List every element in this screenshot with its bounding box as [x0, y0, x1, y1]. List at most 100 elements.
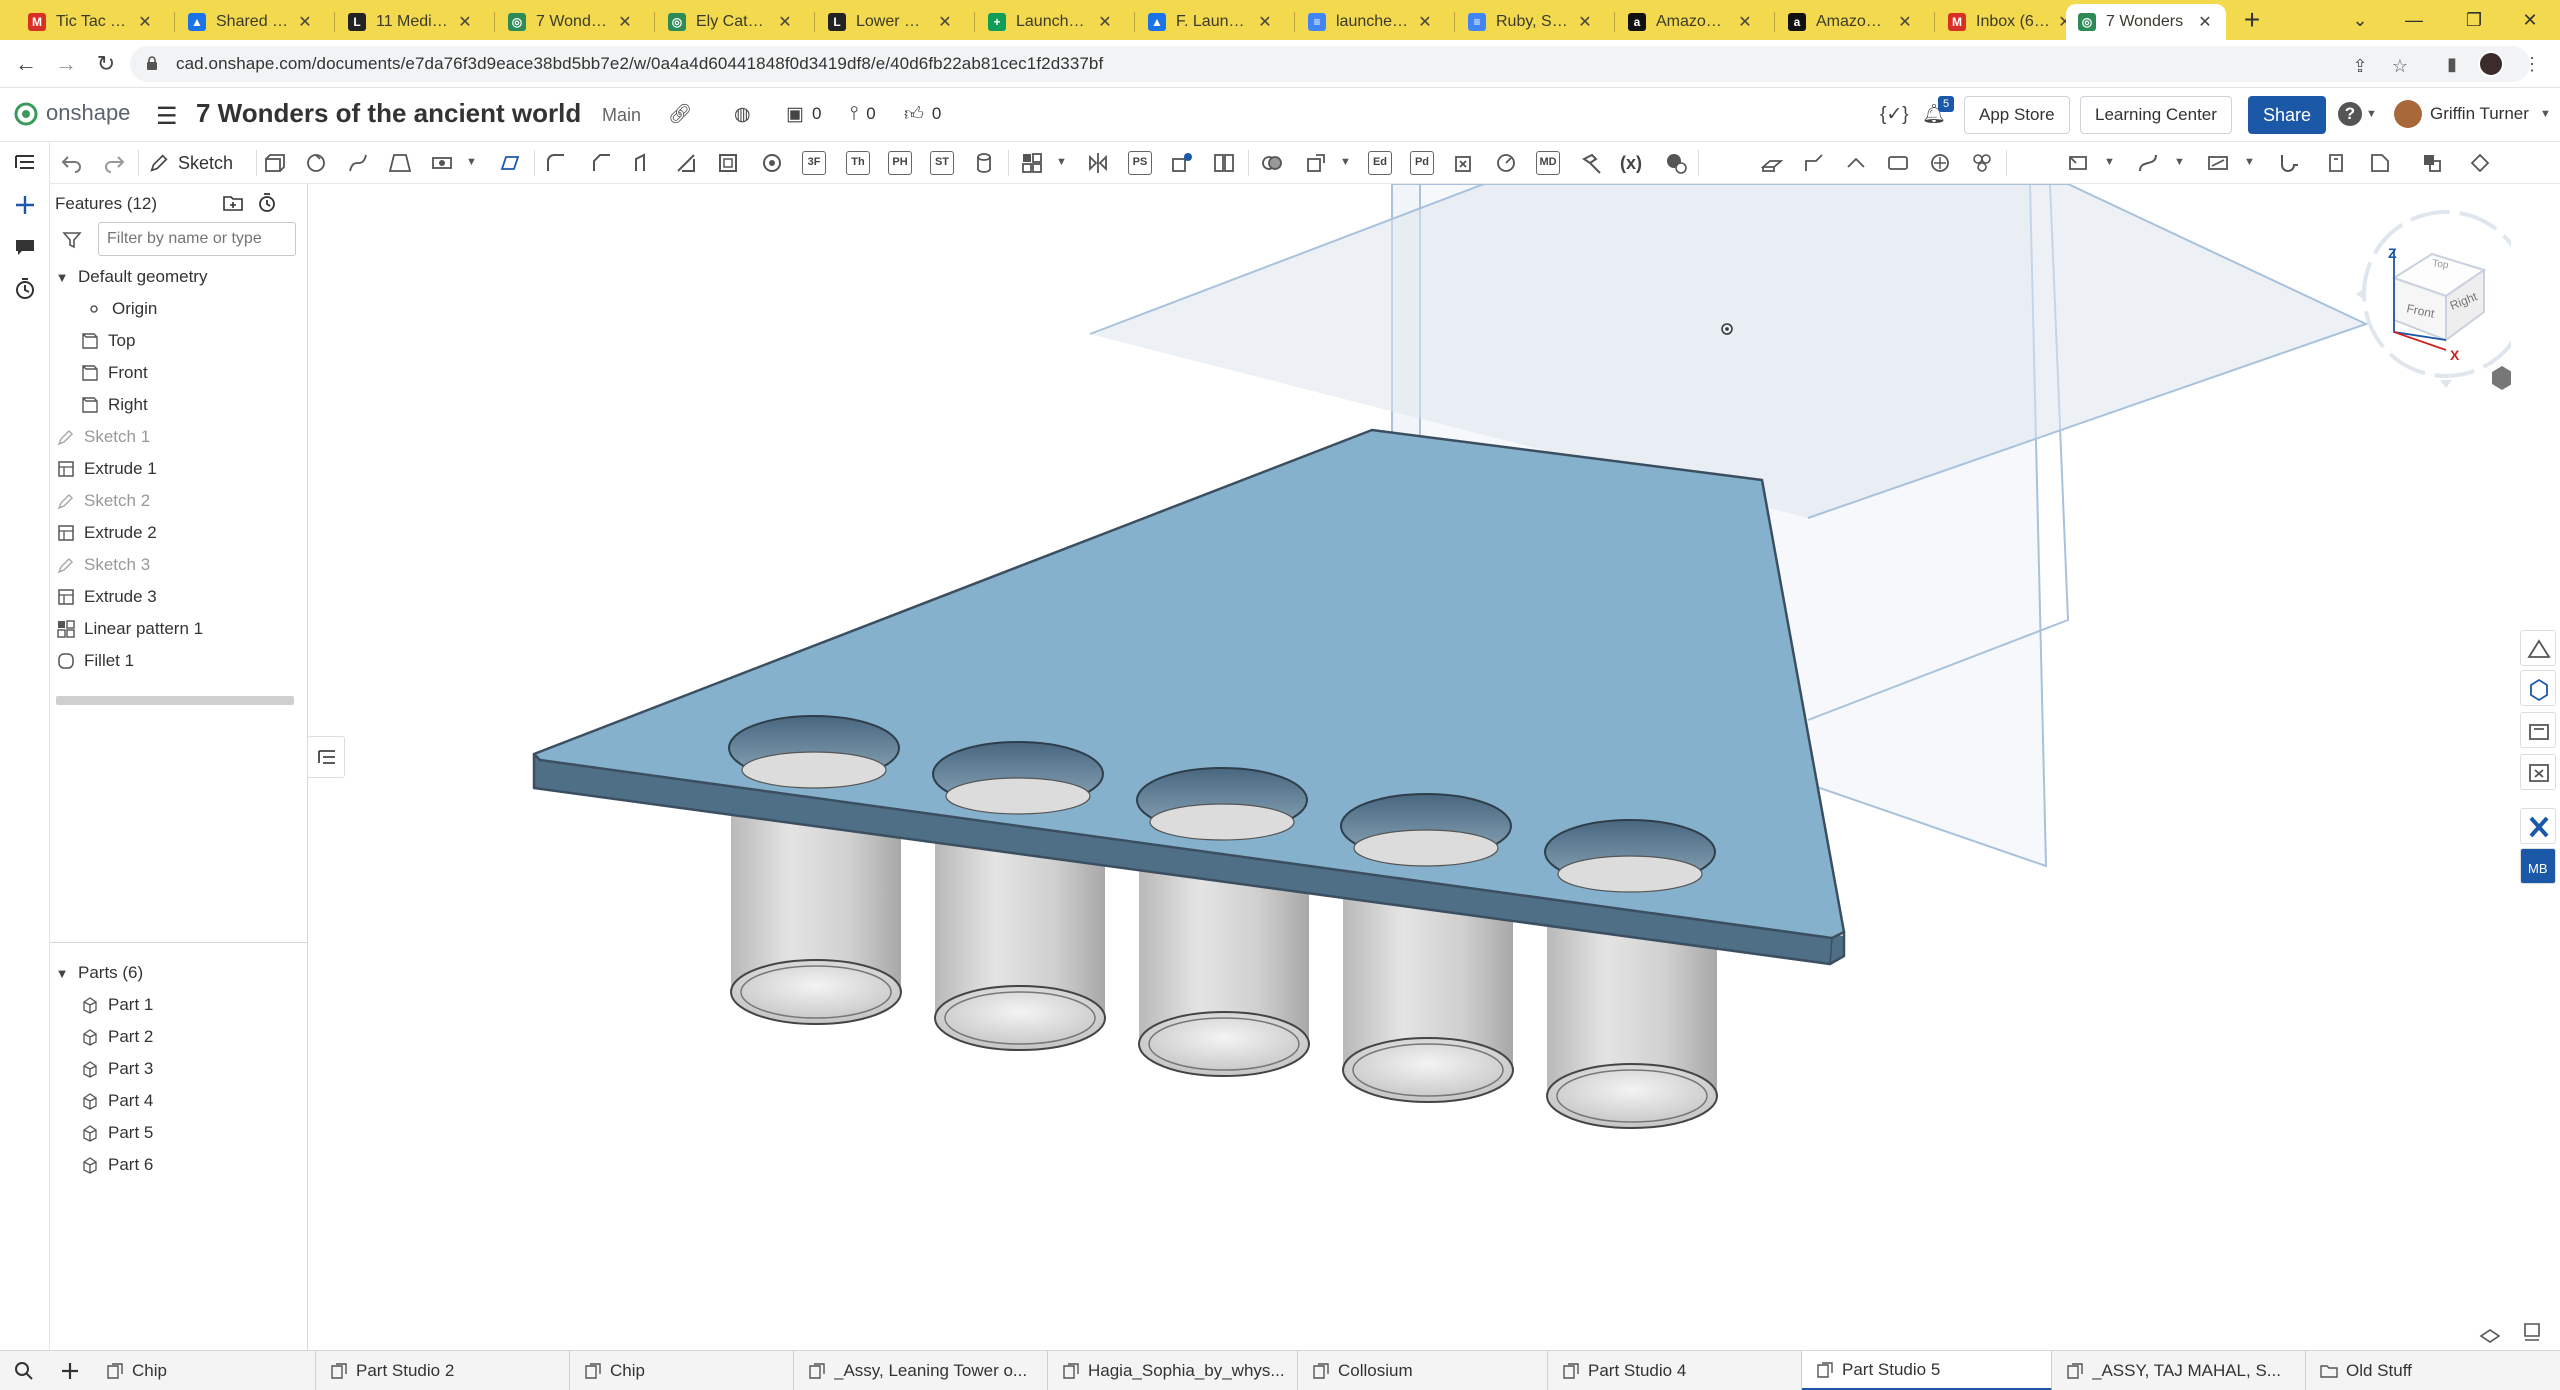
appearance-panel-icon[interactable]: [2520, 630, 2556, 666]
share-page-icon[interactable]: ⇪: [2348, 54, 2372, 78]
insert-icon[interactable]: [12, 192, 38, 218]
url-bar[interactable]: cad.onshape.com/documents/e7da76f3d9eace…: [130, 46, 2530, 82]
app-x-icon[interactable]: [2520, 808, 2556, 844]
custom-feature-md-icon[interactable]: MD: [1536, 151, 1560, 175]
form-icon[interactable]: [1928, 151, 1952, 175]
minimize-button[interactable]: —: [2384, 0, 2444, 40]
feature-sketch-3[interactable]: Sketch 3: [56, 550, 150, 580]
like-button[interactable]: 👍︎ 0: [904, 102, 941, 126]
tab-search-icon[interactable]: ⌄: [2330, 0, 2390, 40]
browser-tab[interactable]: a Amazon.co ✕: [1776, 4, 1926, 40]
chevron-down-icon[interactable]: ▼: [2540, 108, 2551, 120]
feature-sketch-2[interactable]: Sketch 2: [56, 486, 150, 516]
tab-feature-icon[interactable]: [1844, 151, 1868, 175]
plugin-three-icon[interactable]: [2420, 151, 2444, 175]
close-icon[interactable]: ✕: [456, 12, 474, 32]
chevron-down-icon[interactable]: ▼: [466, 156, 477, 168]
document-title[interactable]: 7 Wonders of the ancient world: [196, 98, 581, 129]
onshape-brand[interactable]: onshape: [46, 100, 130, 126]
view-cube-top-label[interactable]: Top: [2432, 258, 2450, 271]
globe-icon[interactable]: ◍: [734, 102, 751, 126]
part-item[interactable]: Part 1: [80, 990, 153, 1020]
custom-feature-st-icon[interactable]: ST: [930, 151, 954, 175]
user-name[interactable]: Griffin Turner: [2430, 104, 2529, 124]
close-icon[interactable]: ✕: [1416, 12, 1434, 32]
close-icon[interactable]: ✕: [936, 12, 954, 32]
app-store-button[interactable]: App Store: [1964, 96, 2070, 134]
close-icon[interactable]: ✕: [1096, 12, 1114, 32]
custom-feature-pd-icon[interactable]: Pd: [1410, 151, 1434, 175]
close-icon[interactable]: ✕: [1576, 12, 1594, 32]
link-icon[interactable]: 🔗︎: [668, 102, 692, 126]
browser-tab[interactable]: M Tic Tac Toe ✕: [16, 4, 166, 40]
plugin-two-icon[interactable]: [2368, 151, 2392, 175]
element-tab[interactable]: Part Studio 4: [1548, 1351, 1802, 1390]
hole-icon[interactable]: [760, 151, 784, 175]
part-item[interactable]: Part 6: [80, 1150, 153, 1180]
tree-item-top[interactable]: Top: [80, 326, 135, 356]
browser-tab-active[interactable]: ◎ 7 Wonders ✕: [2066, 4, 2226, 40]
shell-icon[interactable]: [716, 151, 740, 175]
share-button[interactable]: Share: [2248, 96, 2326, 134]
new-tab-button[interactable]: +: [2236, 4, 2268, 36]
element-tab[interactable]: Chip: [92, 1351, 316, 1390]
part-item[interactable]: Part 4: [80, 1086, 153, 1116]
fit-spline-icon[interactable]: [2206, 151, 2230, 175]
frame-icon[interactable]: [1970, 151, 1994, 175]
tree-item-origin[interactable]: Origin: [84, 294, 157, 324]
help-icon[interactable]: ?: [2338, 102, 2362, 126]
rib-icon[interactable]: [674, 151, 698, 175]
custom-feature-3f-icon[interactable]: 3F: [802, 151, 826, 175]
measure-icon[interactable]: [1494, 151, 1518, 175]
close-icon[interactable]: ✕: [1256, 12, 1274, 32]
browser-tab[interactable]: ≡ launcher us ✕: [1296, 4, 1446, 40]
loft-icon[interactable]: [388, 151, 412, 175]
tree-item-front[interactable]: Front: [80, 358, 148, 388]
redo-icon[interactable]: [102, 151, 126, 175]
undo-icon[interactable]: [60, 151, 84, 175]
feature-list-icon[interactable]: [12, 150, 38, 176]
graphics-viewport[interactable]: Z X Front Right Top: [309, 184, 2511, 1350]
thicken-icon[interactable]: [430, 151, 454, 175]
hole-1[interactable]: [728, 715, 900, 789]
feature-extrude-1[interactable]: Extrude 1: [56, 454, 157, 484]
close-icon[interactable]: ✕: [136, 12, 154, 32]
element-tab[interactable]: Collosium: [1298, 1351, 1548, 1390]
browser-tab[interactable]: ▲ F. Launcher ✕: [1136, 4, 1286, 40]
feature-extrude-2[interactable]: Extrude 2: [56, 518, 157, 548]
rollback-timer-icon[interactable]: [256, 192, 278, 214]
part-item[interactable]: Part 5: [80, 1118, 153, 1148]
menu-icon[interactable]: ☰: [156, 102, 178, 131]
parts-list-toggle-icon[interactable]: [307, 736, 345, 778]
sweep-icon[interactable]: [346, 151, 370, 175]
element-tab[interactable]: Part Studio 2: [316, 1351, 570, 1390]
custom-feature-ed-icon[interactable]: Ed: [1368, 151, 1392, 175]
view-cube[interactable]: [2356, 184, 2511, 388]
chevron-down-icon[interactable]: ▼: [1340, 156, 1351, 168]
plane-icon[interactable]: [498, 151, 522, 175]
element-tab[interactable]: Old Stuff: [2306, 1351, 2560, 1390]
section-view-icon[interactable]: [2520, 1320, 2544, 1344]
variable-icon[interactable]: {✓}: [1880, 102, 1909, 126]
variables-panel-icon[interactable]: [2520, 754, 2556, 790]
hole-3[interactable]: [1136, 767, 1308, 841]
panel-divider[interactable]: [50, 942, 308, 943]
tab-search-icon[interactable]: [12, 1359, 36, 1383]
restore-button[interactable]: ❐: [2444, 0, 2504, 40]
chevron-down-icon[interactable]: ▼: [2244, 156, 2255, 168]
profile-avatar[interactable]: [2478, 51, 2504, 77]
avatar[interactable]: [2394, 100, 2422, 128]
element-tab[interactable]: _Assy, Leaning Tower o...: [794, 1351, 1048, 1390]
model-canvas[interactable]: Z X Front Right Top: [309, 184, 2511, 1350]
app-mb-icon[interactable]: MB: [2520, 848, 2556, 884]
split-icon[interactable]: [1212, 151, 1236, 175]
browser-tab[interactable]: ◎ Ely Cathedr ✕: [656, 4, 806, 40]
suppress-icon[interactable]: [1664, 151, 1688, 175]
fillet-icon[interactable]: [544, 151, 568, 175]
history-icon[interactable]: [12, 276, 38, 302]
sheet-metal-icon[interactable]: [1760, 151, 1784, 175]
mirror-icon[interactable]: [1086, 151, 1110, 175]
close-icon[interactable]: ✕: [776, 12, 794, 32]
custom-feature-th-icon[interactable]: Th: [846, 151, 870, 175]
mass-properties-icon[interactable]: [2520, 712, 2556, 748]
